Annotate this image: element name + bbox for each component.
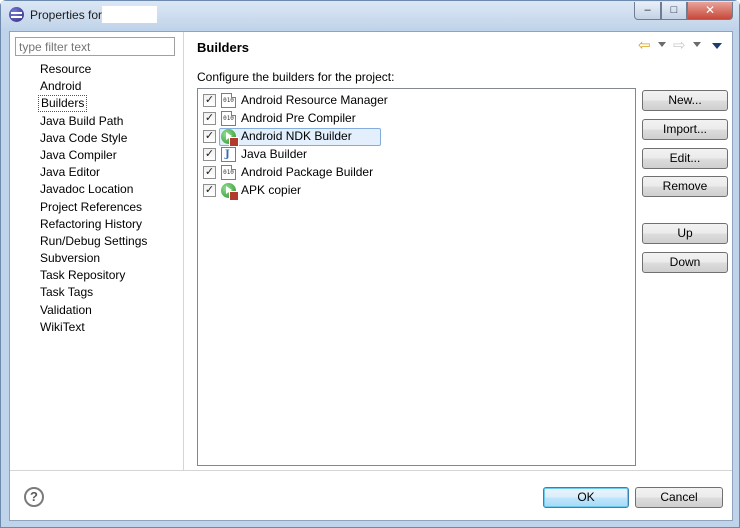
builder-label: Android Pre Compiler: [241, 111, 356, 125]
new-button[interactable]: New...: [642, 90, 728, 111]
sidebar-item-label: Android: [40, 79, 82, 94]
sidebar-item-label: Builders: [38, 95, 88, 113]
binary-file-icon: 010: [221, 93, 236, 108]
sidebar-item-label: Javadoc Location: [40, 182, 134, 197]
builder-label: APK copier: [241, 183, 302, 197]
java-builder-icon: [221, 147, 236, 162]
builder-label: Android NDK Builder: [241, 129, 352, 143]
sidebar-item-java-compiler[interactable]: Java Compiler: [10, 147, 184, 164]
list-item[interactable]: ✓ Java Builder: [201, 146, 521, 163]
sidebar-item-java-code-style[interactable]: Java Code Style: [10, 130, 184, 147]
list-item-selected[interactable]: ✓ Android NDK Builder: [201, 128, 521, 147]
list-item[interactable]: ✓ APK copier: [201, 182, 521, 201]
remove-button[interactable]: Remove: [642, 176, 728, 197]
up-button[interactable]: Up: [642, 223, 728, 244]
sidebar: Resource Android Builders Java Build Pat…: [10, 32, 184, 470]
sidebar-item-label: Resource: [40, 62, 92, 76]
sidebar-item-javadoc-location[interactable]: Javadoc Location: [10, 181, 184, 198]
back-arrow-icon[interactable]: ⇦: [638, 38, 658, 54]
sidebar-item-label: Project References: [40, 199, 143, 214]
builder-label: Android Resource Manager: [241, 93, 388, 107]
sidebar-item-project-references[interactable]: Project References: [10, 199, 184, 216]
sidebar-item-validation[interactable]: Validation: [10, 302, 184, 319]
builder-checkbox[interactable]: ✓: [203, 184, 216, 197]
redacted-project-name: [102, 6, 157, 23]
sidebar-item-label: Validation: [40, 302, 92, 317]
sidebar-item-builders[interactable]: Builders: [10, 95, 184, 113]
sidebar-item-label: Java Editor: [40, 165, 101, 180]
builder-checkbox[interactable]: ✓: [203, 166, 216, 179]
sidebar-item-label: Run/Debug Settings: [40, 233, 148, 248]
sidebar-item-subversion[interactable]: Subversion: [10, 250, 184, 267]
sidebar-item-label: Task Tags: [40, 285, 94, 300]
external-tool-icon: [221, 129, 239, 147]
view-menu-icon[interactable]: [712, 43, 722, 49]
sidebar-item-task-repository[interactable]: Task Repository: [10, 267, 184, 284]
external-tool-icon: [221, 183, 239, 201]
sidebar-item-java-build-path[interactable]: Java Build Path: [10, 113, 184, 130]
sidebar-item-resource[interactable]: Resource: [10, 61, 184, 78]
properties-window: Properties for – □ ✕ Resource Android Bu…: [0, 0, 740, 528]
window-title: Properties for: [30, 8, 103, 22]
sidebar-item-android[interactable]: Android: [10, 78, 184, 95]
help-icon[interactable]: ?: [24, 487, 44, 507]
minimize-button[interactable]: –: [634, 2, 661, 20]
filter-input[interactable]: [15, 37, 175, 56]
page-title: Builders: [197, 40, 250, 55]
forward-dropdown-icon[interactable]: [693, 42, 701, 47]
maximize-button[interactable]: □: [661, 2, 687, 20]
list-item[interactable]: ✓ 010 Android Package Builder: [201, 164, 521, 181]
sidebar-item-run-debug-settings[interactable]: Run/Debug Settings: [10, 233, 184, 250]
sidebar-item-label: Task Repository: [40, 268, 126, 283]
sidebar-item-label: Java Compiler: [40, 147, 117, 162]
sidebar-item-label: Subversion: [40, 251, 101, 266]
page-description: Configure the builders for the project:: [197, 70, 395, 84]
down-button[interactable]: Down: [642, 252, 728, 273]
close-button[interactable]: ✕: [687, 2, 733, 20]
eclipse-icon: [9, 7, 24, 22]
cancel-button[interactable]: Cancel: [635, 487, 723, 508]
list-item[interactable]: ✓ 010 Android Resource Manager: [201, 92, 521, 109]
forward-arrow-icon[interactable]: ⇨: [673, 38, 693, 54]
builder-checkbox[interactable]: ✓: [203, 112, 216, 125]
sidebar-item-label: Java Code Style: [40, 130, 128, 145]
builder-checkbox[interactable]: ✓: [203, 148, 216, 161]
import-button[interactable]: Import...: [642, 119, 728, 140]
sidebar-item-java-editor[interactable]: Java Editor: [10, 164, 184, 181]
dialog-client-area: Resource Android Builders Java Build Pat…: [9, 31, 733, 521]
binary-file-icon: 010: [221, 111, 236, 126]
builder-checkbox[interactable]: ✓: [203, 94, 216, 107]
builder-label: Android Package Builder: [241, 165, 374, 179]
sidebar-item-label: Refactoring History: [40, 216, 143, 231]
back-dropdown-icon[interactable]: [658, 42, 666, 47]
builder-checkbox[interactable]: ✓: [203, 130, 216, 143]
sidebar-item-task-tags[interactable]: Task Tags: [10, 284, 184, 301]
edit-button[interactable]: Edit...: [642, 148, 728, 169]
sidebar-item-label: Java Build Path: [40, 113, 124, 128]
list-item[interactable]: ✓ 010 Android Pre Compiler: [201, 110, 521, 127]
footer-separator: [10, 470, 732, 471]
builder-label: Java Builder: [241, 147, 308, 161]
sidebar-item-refactoring-history[interactable]: Refactoring History: [10, 216, 184, 233]
builders-list[interactable]: ✓ 010 Android Resource Manager ✓ 010 And…: [197, 88, 636, 466]
title-bar[interactable]: Properties for – □ ✕: [1, 1, 739, 28]
ok-button[interactable]: OK: [543, 487, 629, 508]
property-page-list: Resource Android Builders Java Build Pat…: [10, 61, 184, 336]
sidebar-item-label: WikiText: [40, 319, 85, 334]
binary-file-icon: 010: [221, 165, 236, 180]
sidebar-item-wikitext[interactable]: WikiText: [10, 319, 184, 336]
